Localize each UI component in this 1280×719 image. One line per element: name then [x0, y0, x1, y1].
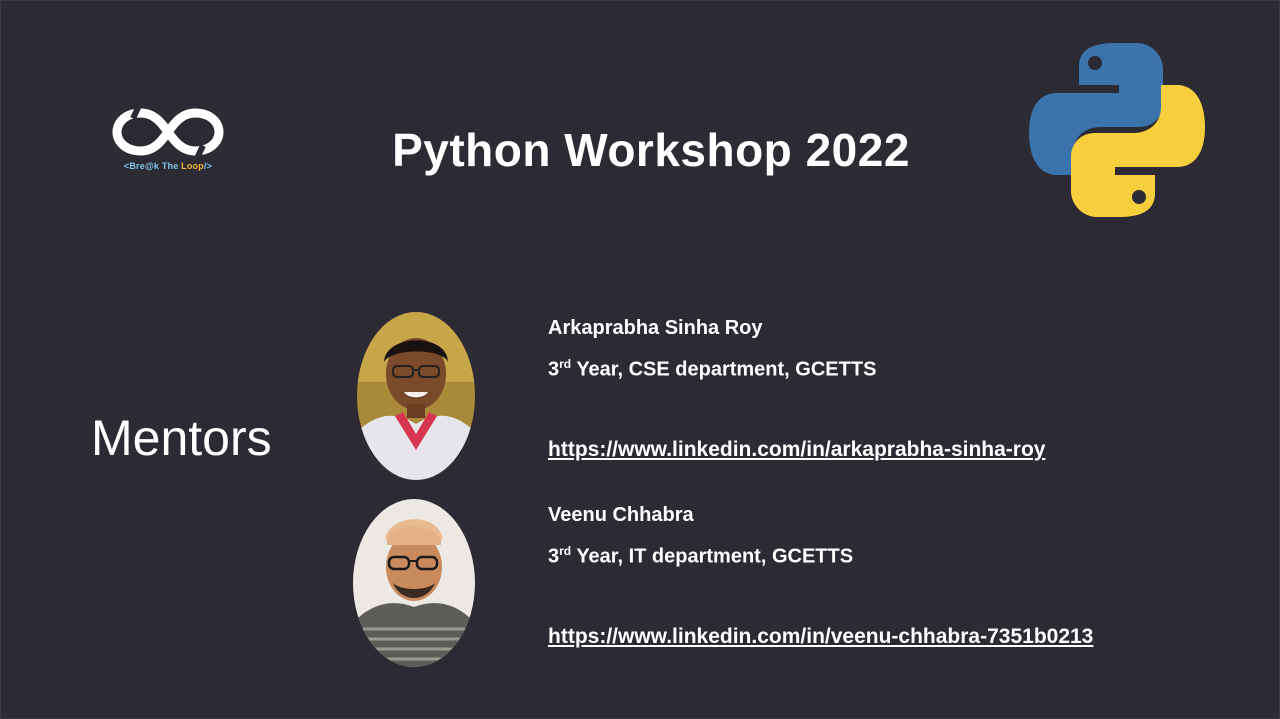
mentor-2-name: Veenu Chhabra — [548, 504, 694, 526]
logo-caption-highlight: Loop — [181, 161, 204, 171]
mentor-1-name: Arkaprabha Sinha Roy — [548, 317, 763, 339]
break-the-loop-logo: <Bre@k The Loop/> — [105, 99, 231, 181]
mentor-2-year-detail: Year, IT department, GCETTS — [571, 545, 854, 568]
mentor-1-year-detail: Year, CSE department, GCETTS — [571, 358, 877, 381]
mentor-2-year-suffix: rd — [559, 544, 572, 558]
logo-caption-prefix: <Bre@k The — [123, 161, 182, 171]
logo-caption-suffix: /> — [203, 161, 213, 171]
mentor-2-year-number: 3 — [548, 545, 560, 568]
mentor-photo-2 — [353, 499, 475, 667]
logo-caption: <Bre@k The Loop/> — [105, 161, 231, 171]
infinity-icon — [112, 104, 224, 160]
mentor-photo-1 — [357, 312, 475, 480]
mentor-1-year-suffix: rd — [559, 357, 572, 371]
slide-title: Python Workshop 2022 — [392, 124, 910, 176]
mentor-1-linkedin-link[interactable]: https://www.linkedin.com/in/arkaprabha-s… — [548, 438, 1045, 462]
slide: <Bre@k The Loop/> Python Workshop 2022 M… — [0, 0, 1280, 719]
mentor-2-year: 3rd Year, IT department, GCETTS — [548, 544, 853, 569]
python-logo-icon — [1029, 43, 1205, 217]
mentor-2-linkedin-link[interactable]: https://www.linkedin.com/in/veenu-chhabr… — [548, 625, 1093, 649]
mentor-1-year-number: 3 — [548, 358, 560, 381]
mentors-heading: Mentors — [91, 410, 272, 466]
mentor-1-year: 3rd Year, CSE department, GCETTS — [548, 357, 876, 382]
